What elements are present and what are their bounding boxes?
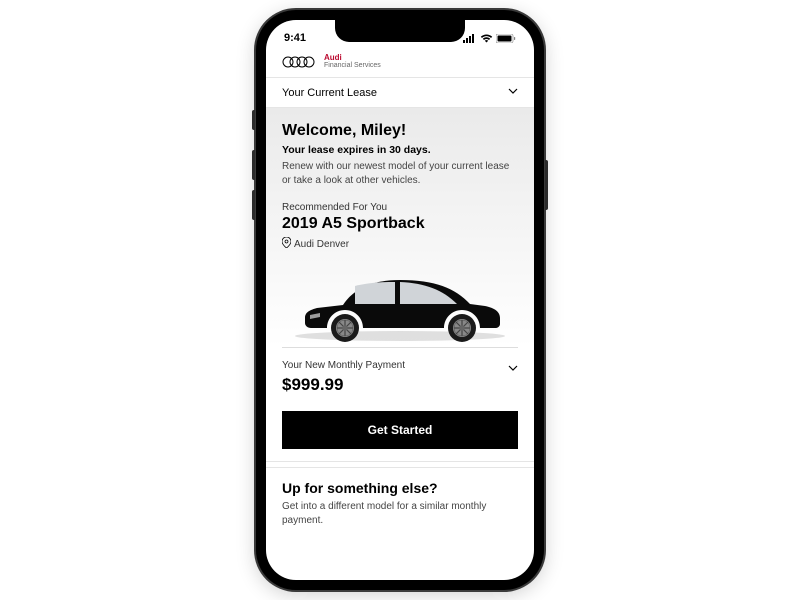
chevron-down-icon (508, 86, 518, 99)
alternative-section: Up for something else? Get into a differ… (266, 468, 534, 540)
welcome-section: Welcome, Miley! Your lease expires in 30… (266, 108, 534, 347)
audi-logo-icon (282, 56, 316, 68)
location-pin-icon (282, 237, 291, 251)
car-image (282, 257, 518, 347)
recommended-model: 2019 A5 Sportback (282, 215, 518, 233)
phone-frame: 9:41 (256, 10, 544, 590)
welcome-title: Welcome, Miley! (282, 122, 518, 140)
chevron-down-icon (508, 360, 518, 378)
current-lease-label: Your Current Lease (282, 87, 377, 99)
wifi-icon (480, 34, 493, 43)
brand-service: Financial Services (324, 62, 381, 69)
app-header: Audi Financial Services (266, 50, 534, 77)
silence-switch (252, 110, 255, 130)
notch (335, 20, 465, 42)
payment-expand[interactable]: Your New Monthly Payment $999.99 (282, 360, 518, 395)
lease-expiry-text: Your lease expires in 30 days. (282, 144, 518, 156)
volume-up-button (252, 150, 255, 180)
signal-icon (463, 34, 477, 43)
status-indicators (463, 34, 516, 43)
payment-section: Your New Monthly Payment $999.99 (266, 348, 534, 407)
battery-icon (496, 34, 516, 43)
dealer-name: Audi Denver (294, 239, 349, 250)
dealer-row[interactable]: Audi Denver (282, 237, 518, 251)
alternative-title: Up for something else? (282, 480, 518, 496)
screen: 9:41 (266, 20, 534, 580)
power-button (545, 160, 548, 210)
payment-label: Your New Monthly Payment (282, 360, 405, 371)
section-divider (266, 461, 534, 468)
recommendation-label: Recommended For You (282, 202, 518, 213)
status-time: 9:41 (284, 32, 306, 44)
current-lease-dropdown[interactable]: Your Current Lease (266, 77, 534, 108)
welcome-body: Renew with our newest model of your curr… (282, 160, 518, 188)
get-started-button[interactable]: Get Started (282, 411, 518, 449)
alternative-body: Get into a different model for a similar… (282, 500, 518, 528)
volume-down-button (252, 190, 255, 220)
brand-name: Audi (324, 54, 381, 62)
payment-amount: $999.99 (282, 375, 405, 395)
brand-text: Audi Financial Services (324, 54, 381, 69)
